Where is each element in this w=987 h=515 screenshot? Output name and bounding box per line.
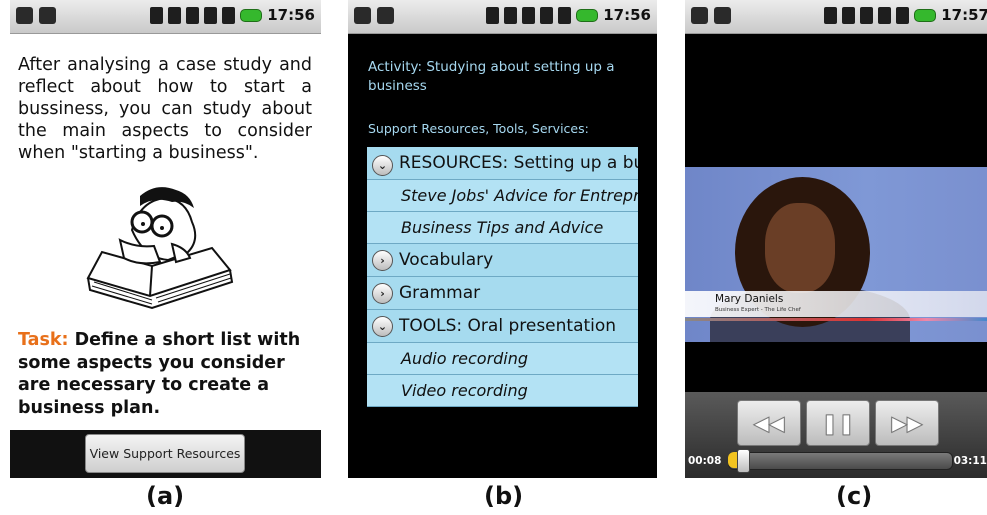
clock: 17:56 [603,6,651,24]
vibrate-icon [842,6,856,24]
reader-with-book-icon [86,187,234,310]
screen-a: 17:56 After analysing a case study and r… [10,0,321,478]
video-frame[interactable]: Mary Daniels Business Expert - The Life … [685,167,987,342]
fast-forward-icon: ▶▶ [891,411,923,436]
screen-c: 17:57 Mary Daniels Business Expert - The… [685,0,987,478]
usb-debug-icon [354,7,371,24]
status-bar: 17:57 [685,0,987,34]
seek-progress [728,452,737,468]
signal-icon [222,6,236,24]
speaker-face [765,203,835,293]
rewind-button[interactable]: ◀◀ [737,400,801,446]
seek-bar[interactable] [728,452,953,470]
task-text: Task: Define a short list with some aspe… [18,329,312,419]
battery-icon [914,8,937,22]
caption-c: (c) [836,482,873,510]
pause-icon: ❚❚ [821,411,856,436]
chevron-down-icon: ⌄ [372,155,393,176]
chevron-down-icon: ⌄ [372,316,393,337]
signal-icon [558,6,572,24]
sync-icon [878,6,892,24]
intro-text: After analysing a case study and reflect… [18,55,312,163]
seek-thumb[interactable] [737,449,750,473]
view-support-resources-button[interactable]: View Support Resources [85,434,245,473]
usb-storage-icon [377,7,394,24]
usb-debug-icon [691,7,708,24]
bluetooth-icon [150,6,164,24]
chevron-right-icon: › [372,250,393,271]
chevron-right-icon: › [372,283,393,304]
tree-item[interactable]: Steve Jobs' Advice for Entrepreneurs [367,180,638,212]
battery-icon [240,8,263,22]
sync-icon [540,6,554,24]
wifi-icon [860,6,874,24]
usb-debug-icon [16,7,33,24]
task-label: Task: [18,330,69,350]
support-resources-heading: Support Resources, Tools, Services: [368,121,589,136]
tree-header-label: TOOLS: Oral presentation [399,316,617,336]
tree-item[interactable]: Business Tips and Advice [367,212,638,244]
caption-b: (b) [484,482,524,510]
tree-item[interactable]: Audio recording [367,343,638,375]
battery-icon [576,8,599,22]
activity-title: Activity: Studying about setting up a bu… [368,59,615,94]
current-time: 00:08 [688,455,722,467]
resource-tree: ⌄ RESOURCES: Setting up a business Steve… [367,147,638,407]
vibrate-icon [504,6,518,24]
clock: 17:56 [267,6,315,24]
tree-header-grammar[interactable]: › Grammar [367,277,638,310]
wifi-icon [522,6,536,24]
tree-header-resources[interactable]: ⌄ RESOURCES: Setting up a business [367,147,638,180]
tree-header-tools[interactable]: ⌄ TOOLS: Oral presentation [367,310,638,343]
total-time: 03:11 [953,455,987,467]
tree-item[interactable]: Video recording [367,375,638,407]
sync-icon [204,6,218,24]
caption-a: (a) [146,482,185,510]
status-bar: 17:56 [348,0,657,34]
speaker-name: Mary Daniels [715,293,784,305]
usb-storage-icon [39,7,56,24]
tree-header-label: Grammar [399,283,481,303]
pause-button[interactable]: ❚❚ [806,400,870,446]
rewind-icon: ◀◀ [753,411,785,436]
status-bar: 17:56 [10,0,321,34]
bluetooth-icon [824,6,838,24]
signal-icon [896,6,910,24]
fast-forward-button[interactable]: ▶▶ [875,400,939,446]
usb-storage-icon [714,7,731,24]
clock: 17:57 [941,6,987,24]
speaker-role: Business Expert - The Life Chef [715,307,801,313]
tree-header-vocabulary[interactable]: › Vocabulary [367,244,638,277]
vibrate-icon [168,6,182,24]
lower-third-stripe [685,318,987,321]
tree-header-label: Vocabulary [399,250,494,270]
bluetooth-icon [486,6,500,24]
wifi-icon [186,6,200,24]
tree-header-label: RESOURCES: Setting up a business [399,153,638,173]
screen-b: 17:56 Activity: Studying about setting u… [348,0,657,478]
